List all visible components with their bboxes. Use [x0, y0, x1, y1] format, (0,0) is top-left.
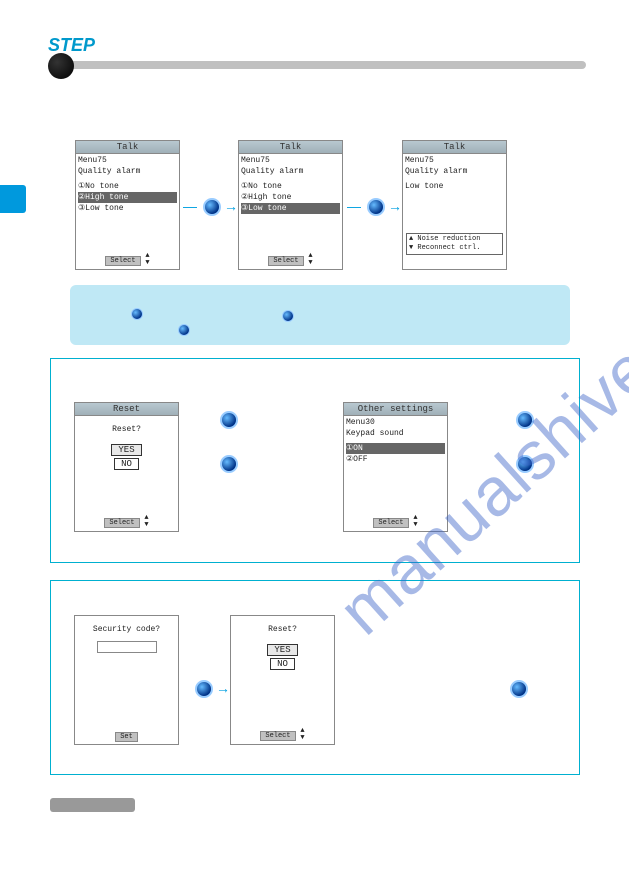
callout-panel: [70, 285, 570, 345]
yes-button[interactable]: YES: [267, 644, 297, 656]
phone-talk-1: Talk Menu75 Quality alarm ①No tone ②High…: [75, 140, 180, 270]
dial-icon: [178, 324, 190, 336]
hint-box: ▲ Noise reduction ▼ Reconnect ctrl.: [406, 233, 503, 255]
list-item[interactable]: ②High tone: [78, 192, 177, 203]
menu-subtitle: Quality alarm: [405, 166, 504, 177]
softkey-set[interactable]: Set: [115, 732, 138, 742]
step-dot-icon: [48, 53, 74, 79]
softkey-select[interactable]: Select: [105, 256, 140, 266]
step-label: STEP: [48, 35, 95, 56]
updown-icon: ▲▼: [145, 253, 149, 267]
phone-title: Other settings: [344, 403, 447, 416]
section-bar: [50, 798, 135, 812]
menu-code: Menu75: [78, 155, 177, 166]
dial-icon: [131, 308, 143, 320]
arrow-right-icon: →: [216, 680, 230, 696]
dial-icon: [220, 411, 238, 429]
phone-title: Reset: [75, 403, 178, 416]
phone-reset-2: Reset? YES NO Select ▲▼: [230, 615, 335, 745]
list-item[interactable]: ①No tone: [78, 181, 177, 192]
menu-code: Menu30: [346, 417, 445, 428]
phone-other-settings: Other settings Menu30 Keypad sound ①ON ②…: [343, 402, 448, 532]
step-bar: [66, 61, 586, 69]
menu-subtitle: Quality alarm: [241, 166, 340, 177]
dial-icon: [203, 198, 221, 216]
hint-line: ▲ Noise reduction: [409, 235, 500, 244]
prompt-text: Security code?: [77, 624, 176, 635]
status-text: Low tone: [405, 181, 504, 192]
updown-icon: ▲▼: [300, 728, 304, 742]
phone-security: Security code? Set: [74, 615, 179, 745]
list-item[interactable]: ②High tone: [241, 192, 340, 203]
no-button[interactable]: NO: [270, 658, 295, 670]
no-button[interactable]: NO: [114, 458, 139, 470]
code-input[interactable]: [97, 641, 157, 653]
list-item[interactable]: ②OFF: [346, 454, 445, 465]
updown-icon: ▲▼: [308, 253, 312, 267]
list-item[interactable]: ①ON: [346, 443, 445, 454]
dial-icon: [220, 455, 238, 473]
menu-code: Menu75: [405, 155, 504, 166]
menu-subtitle: Quality alarm: [78, 166, 177, 177]
phone-talk-2: Talk Menu75 Quality alarm ①No tone ②High…: [238, 140, 343, 270]
dial-icon: [367, 198, 385, 216]
dial-icon: [282, 310, 294, 322]
softkey-select[interactable]: Select: [268, 256, 303, 266]
updown-icon: ▲▼: [413, 515, 417, 529]
phone-title: Talk: [76, 141, 179, 154]
phone-reset: Reset Reset? YES NO Select ▲▼: [74, 402, 179, 532]
menu-subtitle: Keypad sound: [346, 428, 445, 439]
softkey-select[interactable]: Select: [373, 518, 408, 528]
arrow-right-icon: →: [388, 198, 402, 214]
dial-icon: [516, 455, 534, 473]
dial-icon: [516, 411, 534, 429]
list-item[interactable]: ①No tone: [241, 181, 340, 192]
phone-title: Talk: [403, 141, 506, 154]
phone-title: Talk: [239, 141, 342, 154]
menu-code: Menu75: [241, 155, 340, 166]
step-header: STEP: [48, 35, 588, 58]
hint-line: ▼ Reconnect ctrl.: [409, 244, 500, 253]
prompt-text: Reset?: [233, 624, 332, 635]
yes-button[interactable]: YES: [111, 444, 141, 456]
arrow-right-icon: →: [224, 198, 238, 214]
list-item[interactable]: ③Low tone: [78, 203, 177, 214]
arrow-right-icon: —: [183, 198, 197, 214]
softkey-select[interactable]: Select: [260, 731, 295, 741]
page-tab: [0, 185, 26, 213]
dial-icon: [510, 680, 528, 698]
softkey-select[interactable]: Select: [104, 518, 139, 528]
prompt-text: Reset?: [77, 424, 176, 435]
list-item[interactable]: ③Low tone: [241, 203, 340, 214]
updown-icon: ▲▼: [144, 515, 148, 529]
phone-talk-3: Talk Menu75 Quality alarm Low tone ▲ Noi…: [402, 140, 507, 270]
arrow-right-icon: —: [347, 198, 361, 214]
dial-icon: [195, 680, 213, 698]
